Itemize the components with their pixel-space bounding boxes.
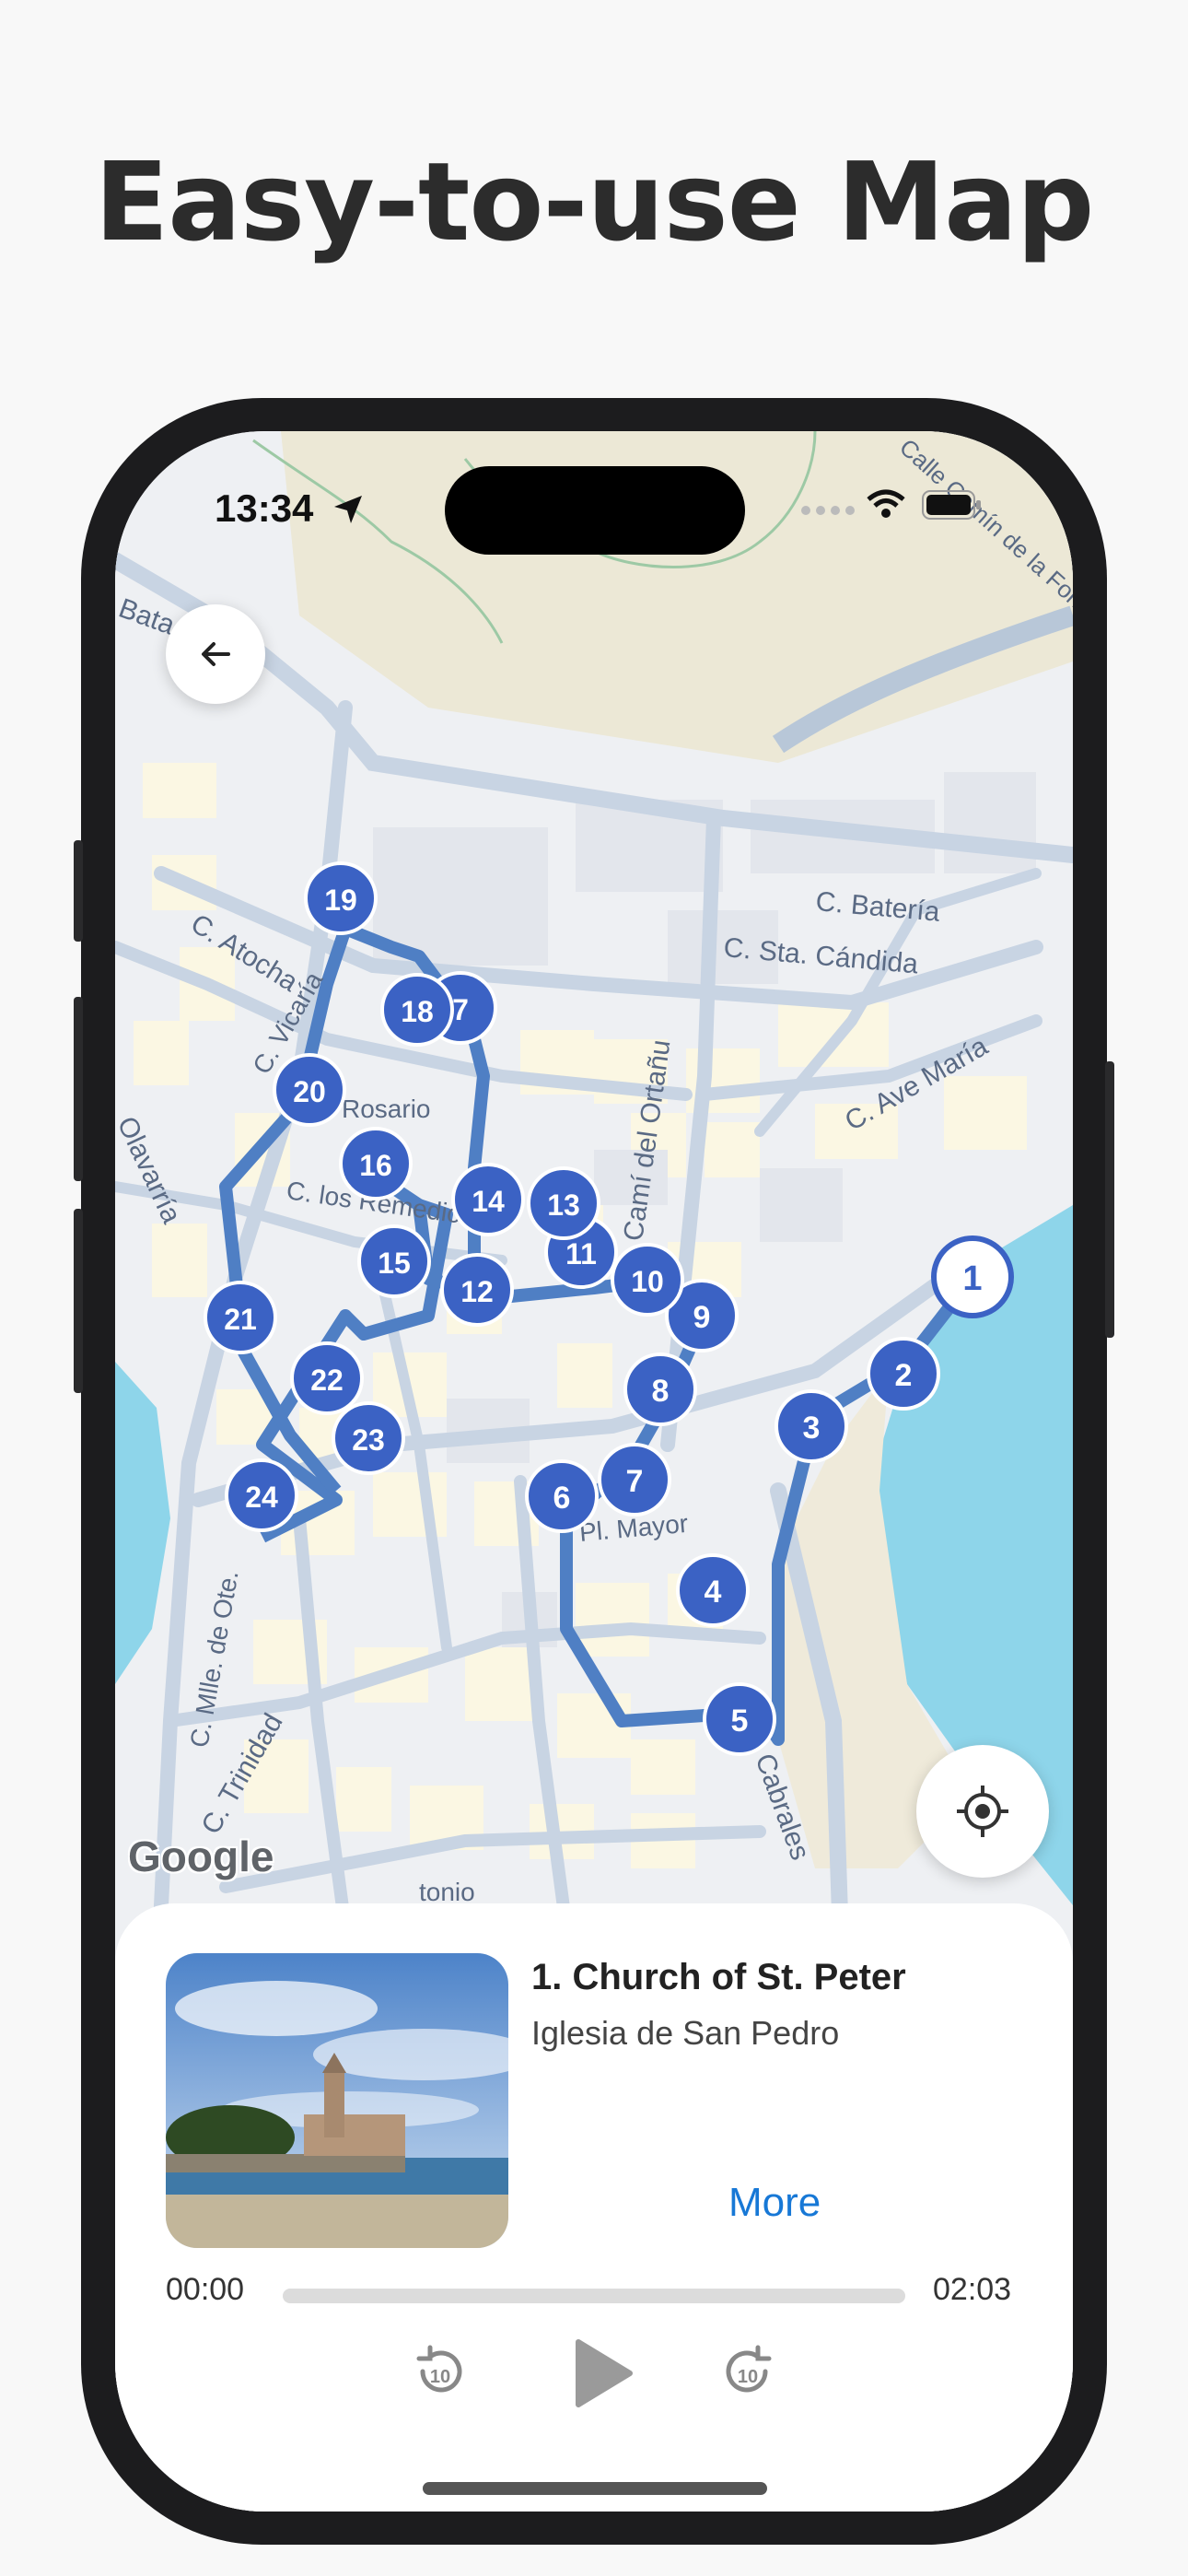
forward-10-icon: 10 [726,2345,772,2393]
street-label: tonio [419,1878,475,1906]
svg-text:10: 10 [631,1265,664,1298]
svg-text:23: 23 [352,1423,385,1457]
svg-text:24: 24 [245,1481,278,1514]
map-marker[interactable]: 2 [867,1337,940,1411]
svg-text:19: 19 [324,884,357,917]
map-marker[interactable]: 20 [273,1053,346,1127]
svg-text:3: 3 [803,1411,821,1446]
svg-text:12: 12 [460,1275,494,1308]
svg-text:22: 22 [310,1364,344,1397]
svg-text:7: 7 [452,993,469,1026]
forward-button[interactable]: 10 [712,2336,786,2410]
map-marker[interactable]: 8 [623,1352,697,1426]
crosshair-icon [957,1786,1008,1837]
rewind-10-icon: 10 [416,2345,462,2393]
svg-text:11: 11 [565,1237,597,1270]
location-arrow-icon [334,496,362,523]
svg-text:4: 4 [705,1575,722,1610]
svg-text:9: 9 [693,1300,711,1335]
svg-text:21: 21 [224,1303,257,1336]
map-marker[interactable]: 7 [598,1443,671,1516]
svg-text:15: 15 [378,1247,411,1280]
player-sheet: 1. Church of St. Peter Iglesia de San Pe… [115,1903,1073,2512]
map-marker[interactable]: 3 [775,1389,848,1463]
duration-time: 02:03 [933,2272,1012,2307]
dynamic-island [445,466,745,555]
map-marker[interactable]: 24 [225,1458,298,1532]
play-button[interactable] [559,2329,647,2418]
map-marker[interactable]: 23 [332,1401,405,1475]
wifi-icon [867,489,905,518]
map-marker[interactable]: 4 [676,1553,750,1627]
stop-thumbnail[interactable] [166,1953,508,2248]
map-marker[interactable]: 16 [339,1127,413,1200]
play-icon [576,2339,633,2407]
map-marker[interactable]: 12 [440,1253,514,1327]
headline: Easy-to-use Map [94,138,1095,265]
signal-icon [801,506,855,515]
google-attribution: Google [128,1832,274,1880]
map-marker[interactable]: 6 [525,1459,599,1533]
more-button[interactable]: More [728,2180,821,2226]
svg-text:10: 10 [430,2367,450,2387]
stop-title: 1. Church of St. Peter [531,1957,906,1997]
svg-text:18: 18 [401,995,434,1028]
app-screen: Bata Calle Camín de la Fontica C. Baterí… [115,431,1073,2512]
map-marker[interactable]: 5 [703,1682,776,1756]
svg-text:6: 6 [553,1481,571,1516]
svg-text:1: 1 [962,1259,982,1298]
battery-icon [922,490,981,520]
stop-subtitle: Iglesia de San Pedro [531,2014,840,2052]
rewind-button[interactable]: 10 [402,2336,476,2410]
home-indicator[interactable] [423,2482,767,2495]
map-marker[interactable]: 15 [357,1224,431,1298]
arrow-left-icon [202,642,230,666]
elapsed-time: 00:00 [166,2272,245,2307]
svg-text:2: 2 [895,1358,913,1393]
svg-text:13: 13 [547,1188,580,1222]
map-marker-selected[interactable]: 1 [931,1235,1014,1318]
map-marker[interactable]: 10 [611,1243,684,1317]
map-marker[interactable]: 13 [527,1166,600,1240]
svg-text:8: 8 [652,1374,670,1409]
map-marker[interactable]: 18 [380,973,454,1047]
svg-text:7: 7 [626,1464,644,1499]
svg-text:14: 14 [472,1185,505,1218]
my-location-button[interactable] [916,1745,1049,1878]
svg-text:20: 20 [293,1075,326,1108]
map-marker[interactable]: 22 [290,1341,364,1415]
street-label: Rosario [342,1095,430,1123]
svg-text:10: 10 [738,2367,758,2387]
map-marker[interactable]: 14 [451,1163,525,1236]
status-time: 13:34 [215,486,314,530]
svg-text:5: 5 [731,1704,749,1739]
map-marker[interactable]: 21 [204,1281,277,1354]
map-marker[interactable]: 19 [304,861,378,935]
status-bar: 13:34 [115,466,1073,560]
svg-text:16: 16 [359,1149,392,1182]
back-button[interactable] [166,604,265,704]
progress-slider[interactable] [283,2289,905,2303]
